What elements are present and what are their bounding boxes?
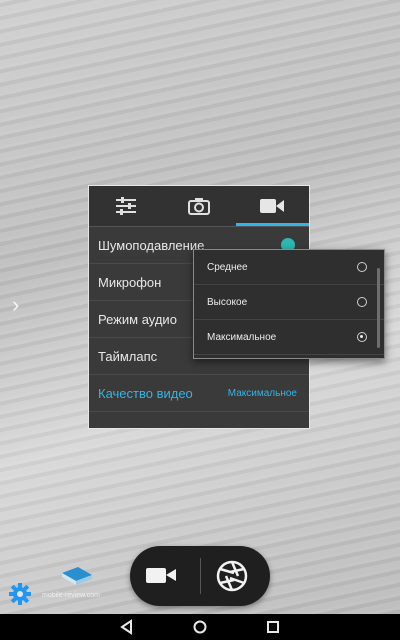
gear-icon[interactable]	[8, 582, 32, 606]
row-label: Качество видео	[98, 385, 193, 401]
tab-photo-settings[interactable]	[162, 186, 235, 226]
tab-general-settings[interactable]	[89, 186, 162, 226]
watermark: mobile-review.com	[40, 565, 120, 605]
radio-button[interactable]	[357, 262, 367, 272]
sliders-icon	[115, 197, 136, 215]
chevron-left-icon[interactable]: ›	[12, 294, 26, 316]
settings-tabs	[89, 186, 310, 227]
back-icon[interactable]	[118, 618, 136, 636]
option-medium[interactable]: Среднее	[194, 250, 384, 285]
video-camera-icon	[146, 568, 176, 583]
mobile-review-logo	[62, 567, 92, 585]
tab-video-settings[interactable]	[235, 186, 310, 226]
video-quality-value: Максимальное	[227, 387, 297, 399]
row-label: Таймлапс	[98, 348, 158, 364]
recent-apps-icon[interactable]	[264, 618, 282, 636]
capture-controls	[130, 546, 270, 606]
video-camera-icon	[260, 199, 285, 213]
option-label: Высокое	[207, 296, 248, 308]
radio-button[interactable]	[357, 297, 367, 307]
option-label: Среднее	[207, 261, 248, 273]
row-label: Микрофон	[98, 274, 162, 290]
row-video-quality[interactable]: Качество видео Максимальное	[89, 375, 309, 412]
popup-scrollbar[interactable]	[377, 268, 380, 348]
option-maximum[interactable]: Максимальное	[194, 320, 384, 355]
video-record-button[interactable]	[144, 564, 184, 588]
option-high[interactable]: Высокое	[194, 285, 384, 320]
shutter-button[interactable]	[216, 560, 248, 592]
radio-button-selected[interactable]	[357, 332, 367, 342]
watermark-text: mobile-review.com	[42, 592, 100, 599]
option-label: Максимальное	[207, 331, 277, 343]
home-icon[interactable]	[191, 618, 209, 636]
navigation-bar	[0, 614, 400, 640]
row-label: Режим аудио	[98, 311, 177, 327]
shutter-icon	[216, 560, 248, 592]
video-quality-popup: Среднее Высокое Максимальное	[193, 249, 385, 359]
row-label: Шумоподавление	[98, 237, 205, 253]
camera-icon	[187, 198, 210, 215]
divider	[200, 558, 201, 594]
